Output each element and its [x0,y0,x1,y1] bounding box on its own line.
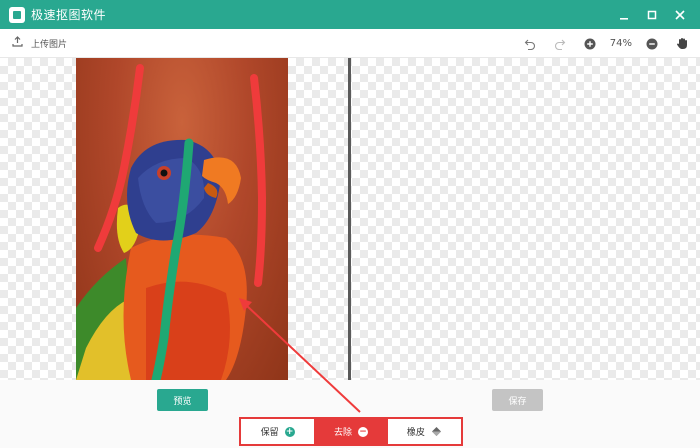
title-bar: 极速抠图软件 [0,0,700,29]
hand-icon[interactable] [674,36,690,52]
minimize-icon[interactable] [610,0,638,29]
keep-brush-button[interactable]: 保留 + [241,419,314,444]
app-logo-icon [9,6,25,23]
plus-circle-icon: + [284,426,295,437]
save-button[interactable]: 保存 [492,389,543,411]
undo-icon[interactable] [522,36,538,52]
upload-icon [12,36,23,50]
close-icon[interactable] [666,0,694,29]
preview-button[interactable]: 预览 [157,389,208,411]
brush-toolbar: 保留 + 去除 − 橡皮 [239,417,463,446]
remove-brush-button[interactable]: 去除 − [314,419,388,444]
eraser-brush-label: 橡皮 [406,428,425,438]
window-controls [610,0,694,29]
toolbar: 上传图片 74% [0,29,700,58]
split-divider[interactable] [348,58,351,380]
eraser-brush-button[interactable]: 橡皮 [388,419,461,444]
toolbar-right: 74% [522,29,690,58]
source-image[interactable] [76,58,288,380]
bottom-bar: 预览 保存 保留 + 去除 − 橡皮 [0,380,700,448]
zoom-out-icon[interactable] [644,36,660,52]
parrot-illustration [76,64,267,380]
keep-brush-label: 保留 [260,428,279,438]
redo-icon[interactable] [552,36,568,52]
canvas-workspace[interactable] [0,58,700,380]
remove-brush-label: 去除 [333,428,352,438]
remove-brush-stroke-right [250,74,267,287]
maximize-icon[interactable] [638,0,666,29]
zoom-in-icon[interactable] [582,36,598,52]
zoom-level: 74% [609,38,632,49]
app-title: 极速抠图软件 [31,8,107,22]
minus-circle-icon: − [358,426,368,437]
eraser-icon [431,426,442,437]
upload-button[interactable]: 上传图片 [12,36,67,50]
upload-label: 上传图片 [31,39,68,50]
